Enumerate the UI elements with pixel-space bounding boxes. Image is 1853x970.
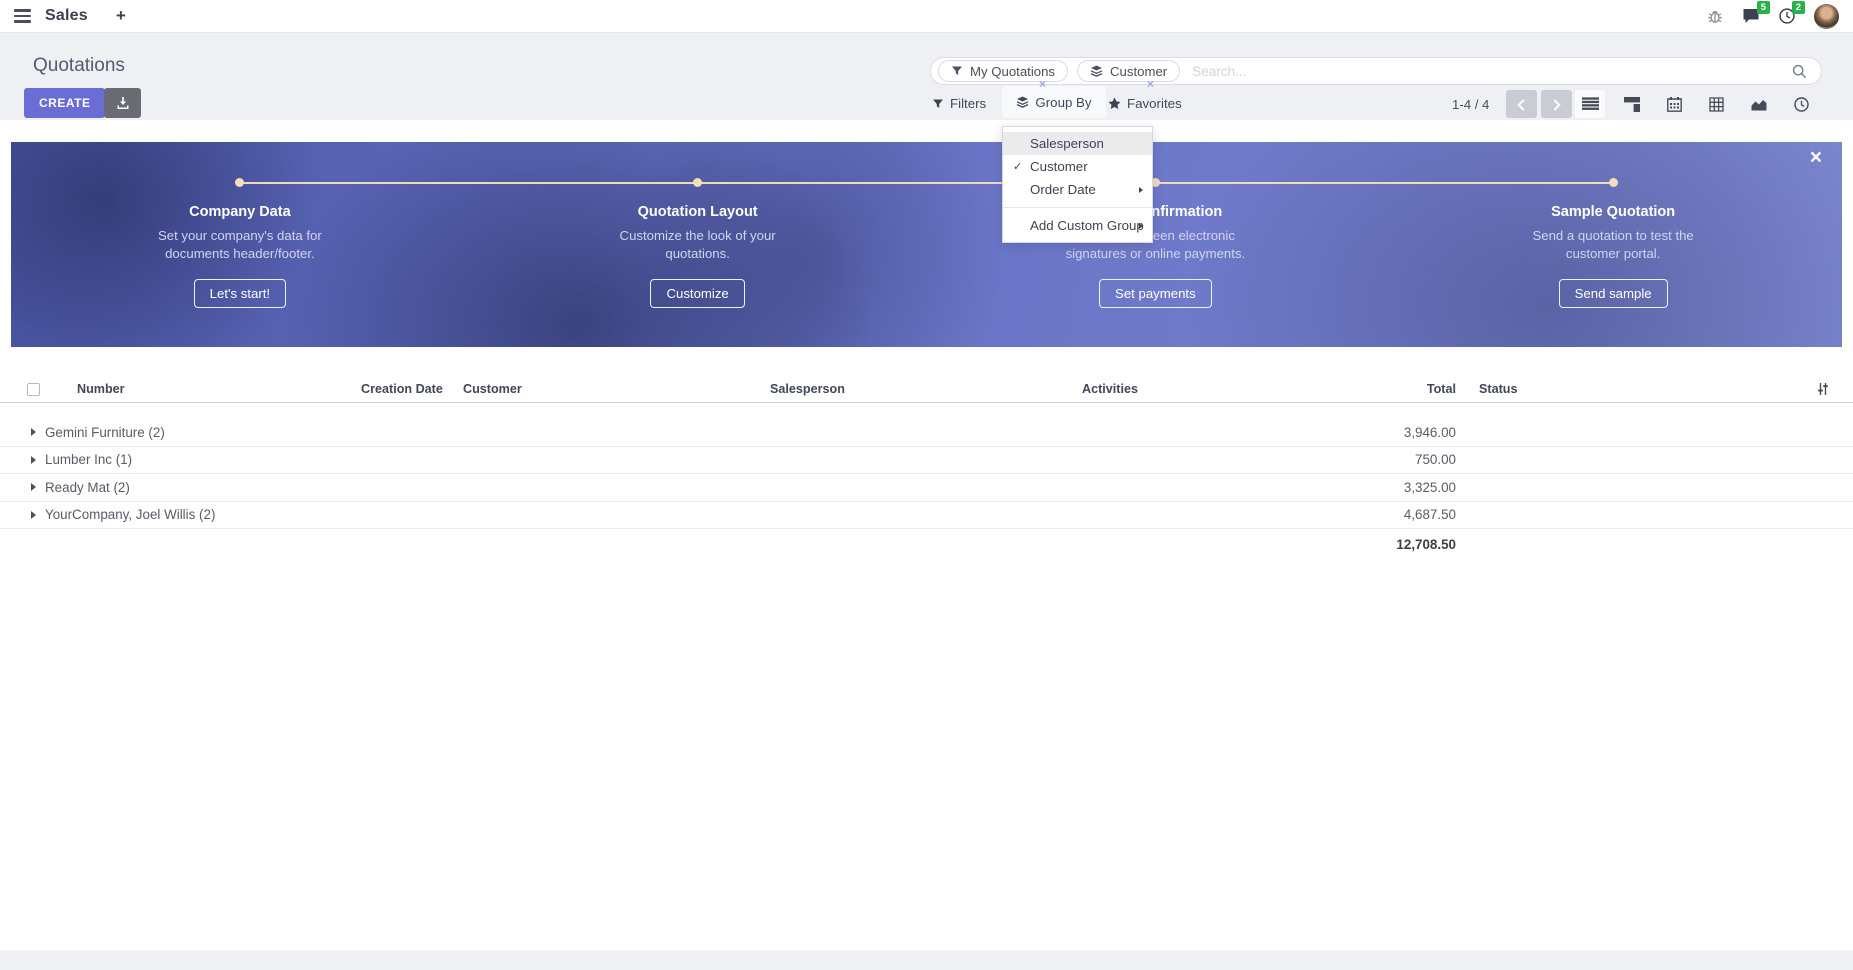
- apps-menu-icon[interactable]: [14, 9, 31, 23]
- grand-total: 12,708.50: [1300, 537, 1456, 552]
- chevron-right-icon: [1549, 99, 1560, 110]
- app-name[interactable]: Sales: [45, 7, 88, 25]
- activities-badge: 2: [1792, 1, 1805, 14]
- view-switch-activity[interactable]: [1786, 90, 1816, 118]
- column-header-status[interactable]: Status: [1456, 382, 1793, 396]
- search-bar[interactable]: My Quotations Customer × ×: [930, 57, 1822, 85]
- group-row-gemini-furniture[interactable]: Gemini Furniture (2) 3,946.00: [0, 419, 1853, 447]
- group-total: 3,946.00: [1300, 425, 1456, 440]
- submenu-arrow-icon: [1139, 187, 1143, 193]
- view-switch-kanban[interactable]: [1617, 90, 1647, 118]
- facet-remove-icon[interactable]: ×: [1147, 78, 1154, 90]
- column-header-number[interactable]: Number: [50, 382, 361, 396]
- search-input[interactable]: [1192, 64, 1821, 79]
- select-all-checkbox[interactable]: [27, 383, 40, 396]
- star-icon: [1108, 97, 1121, 110]
- column-header-total[interactable]: Total: [1300, 382, 1456, 396]
- export-button[interactable]: [104, 88, 141, 118]
- column-header-salesperson[interactable]: Salesperson: [770, 382, 1082, 396]
- group-row-ready-mat[interactable]: Ready Mat (2) 3,325.00: [0, 474, 1853, 502]
- menu-item-order-date[interactable]: Order Date: [1003, 178, 1152, 201]
- step-dot: [1609, 178, 1618, 187]
- facet-customer[interactable]: Customer: [1077, 60, 1180, 82]
- view-switch-graph[interactable]: [1744, 90, 1774, 118]
- filter-icon: [951, 65, 963, 77]
- menu-item-add-custom-group[interactable]: Add Custom Group: [1003, 214, 1152, 237]
- column-header-customer[interactable]: Customer: [463, 382, 770, 396]
- user-avatar[interactable]: [1814, 4, 1839, 29]
- pager: 1-4 / 4: [1452, 97, 1489, 112]
- column-header-activities[interactable]: Activities: [1082, 382, 1300, 396]
- pivot-view-icon: [1709, 97, 1724, 112]
- optional-columns-icon[interactable]: [1793, 382, 1853, 396]
- download-icon: [116, 96, 130, 110]
- group-total: 750.00: [1300, 452, 1456, 467]
- list-footer-row: 12,708.50: [0, 529, 1853, 559]
- close-icon[interactable]: ×: [1810, 146, 1822, 170]
- view-switch-list[interactable]: [1575, 90, 1605, 118]
- layers-icon: [1090, 65, 1103, 77]
- group-by-menu: Salesperson ✓ Customer Order Date Add Cu…: [1002, 126, 1153, 243]
- expand-caret-icon[interactable]: [31, 456, 36, 464]
- create-button[interactable]: CREATE: [24, 88, 105, 118]
- view-switch-pivot[interactable]: [1701, 90, 1731, 118]
- checkmark-icon: ✓: [1013, 160, 1022, 173]
- menu-item-customer[interactable]: ✓ Customer: [1003, 155, 1152, 178]
- search-icon[interactable]: [1792, 64, 1807, 79]
- onboarding-step-order-confirmation: Order Confirmation Choose between electr…: [927, 204, 1385, 308]
- facet-remove-icon[interactable]: ×: [1039, 78, 1046, 90]
- expand-caret-icon[interactable]: [31, 511, 36, 519]
- customize-button[interactable]: Customize: [650, 279, 744, 308]
- menu-divider: [1003, 207, 1152, 208]
- calendar-view-icon: [1667, 97, 1682, 112]
- content-area: × Company Data Set your company's data f…: [0, 120, 1853, 950]
- expand-caret-icon[interactable]: [31, 483, 36, 491]
- add-tab-button[interactable]: +: [116, 6, 126, 26]
- list-view-icon: [1582, 97, 1599, 111]
- debug-bug-icon[interactable]: [1707, 8, 1723, 24]
- list-header-row: Number Creation Date Customer Salesperso…: [0, 376, 1853, 403]
- group-by-button[interactable]: Group By: [1002, 86, 1106, 118]
- messages-badge: 5: [1757, 1, 1770, 14]
- chevron-left-icon: [1517, 99, 1528, 110]
- column-header-creation-date[interactable]: Creation Date: [361, 382, 463, 396]
- activities-clock-icon[interactable]: 2: [1779, 8, 1795, 24]
- top-navbar: Sales + 5 2: [0, 0, 1853, 33]
- onboarding-progress-line: [240, 182, 1613, 184]
- onboarding-step-sample-quotation: Sample Quotation Send a quotation to tes…: [1384, 204, 1842, 308]
- activity-view-icon: [1794, 97, 1809, 112]
- facet-my-quotations[interactable]: My Quotations: [938, 60, 1068, 82]
- group-row-yourcompany-joel-willis[interactable]: YourCompany, Joel Willis (2) 4,687.50: [0, 502, 1853, 530]
- page-title: Quotations: [33, 55, 125, 77]
- onboarding-banner: × Company Data Set your company's data f…: [11, 142, 1842, 347]
- facet-label: Customer: [1110, 64, 1167, 79]
- set-payments-button[interactable]: Set payments: [1099, 279, 1212, 308]
- layers-icon: [1016, 96, 1029, 108]
- group-total: 3,325.00: [1300, 480, 1456, 495]
- group-row-lumber-inc[interactable]: Lumber Inc (1) 750.00: [0, 447, 1853, 475]
- messages-icon[interactable]: 5: [1742, 8, 1760, 24]
- favorites-button[interactable]: Favorites: [1108, 90, 1182, 117]
- send-sample-button[interactable]: Send sample: [1559, 279, 1668, 308]
- pager-previous-button[interactable]: [1506, 90, 1537, 118]
- menu-item-salesperson[interactable]: Salesperson: [1003, 132, 1152, 155]
- kanban-view-icon: [1624, 97, 1640, 112]
- graph-view-icon: [1751, 97, 1767, 111]
- view-switch-calendar[interactable]: [1659, 90, 1689, 118]
- group-total: 4,687.50: [1300, 507, 1456, 522]
- submenu-arrow-icon: [1139, 223, 1143, 229]
- pager-next-button[interactable]: [1541, 90, 1572, 118]
- filter-icon: [932, 98, 944, 110]
- lets-start-button[interactable]: Let's start!: [194, 279, 286, 308]
- onboarding-step-company-data: Company Data Set your company's data for…: [11, 204, 469, 308]
- onboarding-step-quotation-layout: Quotation Layout Customize the look of y…: [469, 204, 927, 308]
- expand-caret-icon[interactable]: [31, 428, 36, 436]
- filters-button[interactable]: Filters: [932, 90, 986, 117]
- quotations-list: Number Creation Date Customer Salesperso…: [0, 376, 1853, 559]
